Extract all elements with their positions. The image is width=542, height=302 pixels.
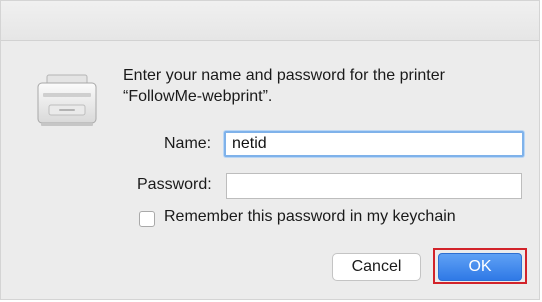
auth-dialog: Enter your name and password for the pri… xyxy=(0,0,540,300)
ok-button[interactable]: OK xyxy=(438,253,522,281)
name-field[interactable] xyxy=(224,131,524,157)
password-field[interactable] xyxy=(226,173,522,199)
printer-icon xyxy=(37,74,97,126)
dialog-titlebar xyxy=(1,1,539,41)
dialog-message-line2: “FollowMe-webprint”. xyxy=(123,88,273,105)
remember-password-checkbox[interactable] xyxy=(139,211,155,227)
remember-password-label[interactable]: Remember this password in my keychain xyxy=(164,208,456,226)
dialog-message-line1: Enter your name and password for the pri… xyxy=(123,67,445,84)
dialog-message: Enter your name and password for the pri… xyxy=(123,65,503,107)
cancel-button[interactable]: Cancel xyxy=(332,253,421,281)
name-label: Name: xyxy=(164,135,212,152)
password-label: Password: xyxy=(137,176,212,193)
